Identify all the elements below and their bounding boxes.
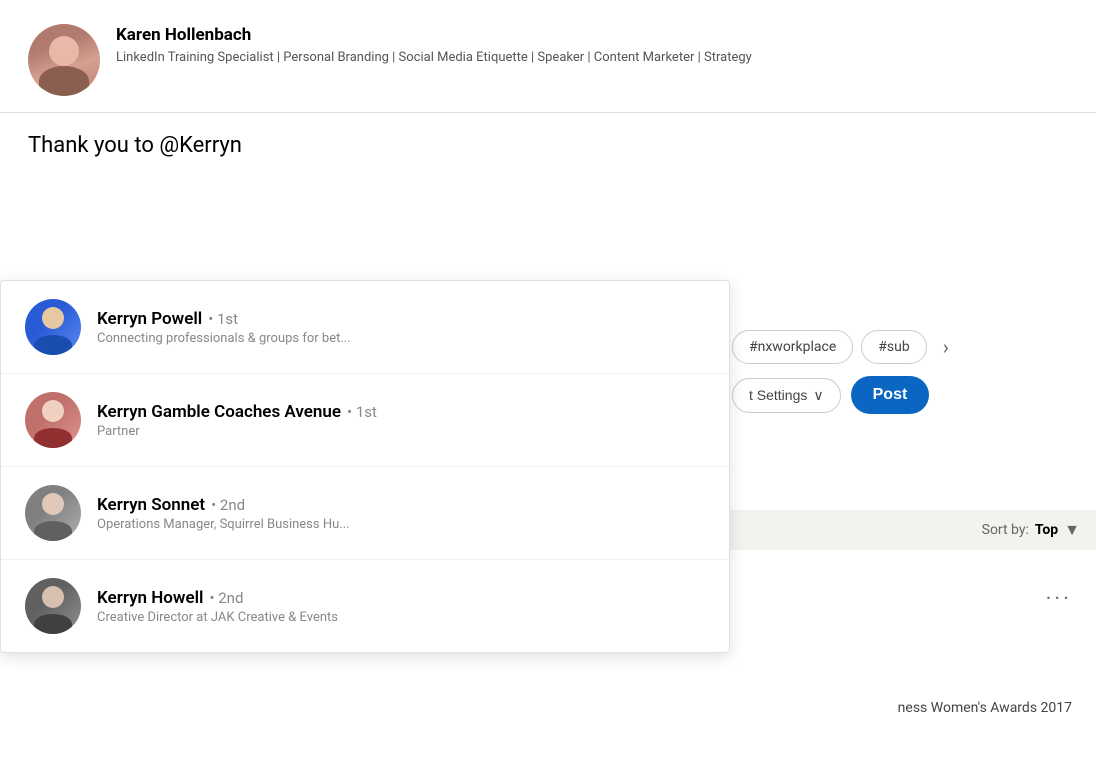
award-text: ness Women's Awards 2017 [898, 700, 1096, 716]
suggestion-item[interactable]: Kerryn Howell • 2nd Creative Director at… [1, 560, 729, 652]
chevron-right-icon[interactable]: › [935, 331, 957, 363]
right-panel: #nxworkplace #sub › t Settings ∨ Post [716, 330, 1096, 414]
suggestion-avatar-3 [25, 485, 81, 541]
suggestion-info-2: Kerryn Gamble Coaches Avenue • 1st Partn… [97, 402, 705, 439]
settings-button[interactable]: t Settings ∨ [732, 378, 841, 413]
suggestion-item[interactable]: Kerryn Sonnet • 2nd Operations Manager, … [1, 467, 729, 560]
dots-menu[interactable]: ... [1046, 580, 1072, 605]
post-text-input[interactable]: Thank you to @Kerryn [28, 131, 1068, 162]
suggestion-avatar-1 [25, 299, 81, 355]
suggestion-degree-2: • 1st [347, 403, 377, 421]
suggestion-info-3: Kerryn Sonnet • 2nd Operations Manager, … [97, 495, 705, 532]
post-button[interactable]: Post [851, 376, 930, 414]
avatar [28, 24, 100, 96]
avatar-image [28, 24, 100, 96]
hashtag-pill-2[interactable]: #sub [861, 330, 926, 364]
text-area-section: Thank you to @Kerryn [0, 113, 1096, 174]
suggestion-name-2: Kerryn Gamble Coaches Avenue [97, 402, 341, 422]
suggestion-name-row-1: Kerryn Powell • 1st [97, 309, 705, 329]
suggestion-sub-4: Creative Director at JAK Creative & Even… [97, 610, 705, 625]
suggestion-sub-2: Partner [97, 424, 705, 439]
suggestion-degree-4: • 2nd [209, 589, 243, 607]
profile-name: Karen Hollenbach [116, 24, 752, 46]
suggestion-degree-3: • 2nd [211, 496, 245, 514]
chevron-down-icon: ∨ [813, 387, 823, 404]
suggestion-name-1: Kerryn Powell [97, 309, 202, 329]
suggestion-avatar-2 [25, 392, 81, 448]
sort-label: Sort by: [982, 522, 1029, 538]
sort-value[interactable]: Top [1035, 522, 1058, 538]
suggestion-info-4: Kerryn Howell • 2nd Creative Director at… [97, 588, 705, 625]
suggestion-name-4: Kerryn Howell [97, 588, 203, 608]
suggestion-avatar-4 [25, 578, 81, 634]
suggestion-name-row-2: Kerryn Gamble Coaches Avenue • 1st [97, 402, 705, 422]
suggestion-name-row-3: Kerryn Sonnet • 2nd [97, 495, 705, 515]
suggestion-item[interactable]: Kerryn Gamble Coaches Avenue • 1st Partn… [1, 374, 729, 467]
suggestion-sub-1: Connecting professionals & groups for be… [97, 331, 705, 346]
suggestion-name-row-4: Kerryn Howell • 2nd [97, 588, 705, 608]
profile-info: Karen Hollenbach LinkedIn Training Speci… [116, 24, 752, 68]
settings-label: t Settings [749, 387, 807, 403]
suggestion-name-3: Kerryn Sonnet [97, 495, 205, 515]
suggestion-sub-3: Operations Manager, Squirrel Business Hu… [97, 517, 705, 532]
sort-chevron-icon[interactable]: ▼ [1064, 520, 1080, 540]
mention-suggestion-dropdown: Kerryn Powell • 1st Connecting professio… [0, 280, 730, 653]
profile-section: Karen Hollenbach LinkedIn Training Speci… [0, 0, 1096, 113]
sort-bar: Sort by: Top ▼ [716, 510, 1096, 550]
suggestion-item[interactable]: Kerryn Powell • 1st Connecting professio… [1, 281, 729, 374]
hashtag-row: #nxworkplace #sub › [732, 330, 1080, 364]
main-container: Karen Hollenbach LinkedIn Training Speci… [0, 0, 1096, 766]
suggestion-degree-1: • 1st [208, 310, 238, 328]
action-row: t Settings ∨ Post [732, 376, 1080, 414]
hashtag-pill-1[interactable]: #nxworkplace [732, 330, 853, 364]
suggestion-info-1: Kerryn Powell • 1st Connecting professio… [97, 309, 705, 346]
profile-headline: LinkedIn Training Specialist | Personal … [116, 48, 752, 68]
